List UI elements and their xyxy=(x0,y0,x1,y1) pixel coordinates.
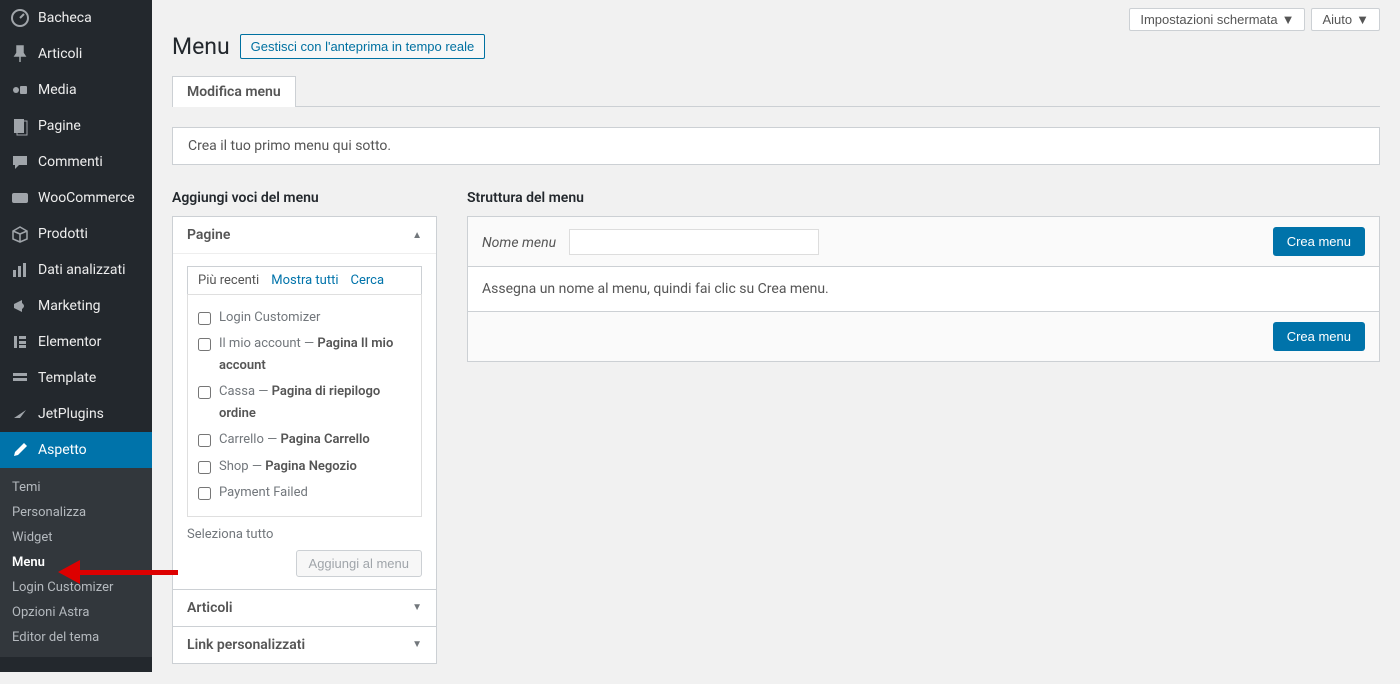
sidebar-item-template[interactable]: Template xyxy=(0,360,152,396)
accordion-pages: Pagine▲ Più recenti Mostra tutti Cerca L… xyxy=(172,216,437,664)
sidebar-item-marketing[interactable]: Marketing xyxy=(0,288,152,324)
screen-options-button[interactable]: Impostazioni schermata▼ xyxy=(1129,8,1305,31)
sidebar-item-woocommerce[interactable]: WooCommerce xyxy=(0,180,152,216)
sidebar-submenu-appearance: Temi Personalizza Widget Menu Login Cust… xyxy=(0,468,152,657)
page-checkbox[interactable] xyxy=(198,461,211,474)
nav-tabs: Modifica menu xyxy=(172,75,1380,107)
sidebar-sub-customize[interactable]: Personalizza xyxy=(0,500,152,525)
media-icon xyxy=(10,80,30,100)
sidebar-item-analytics[interactable]: Dati analizzati xyxy=(0,252,152,288)
chevron-down-icon: ▼ xyxy=(1356,12,1369,27)
subtab-recent[interactable]: Più recenti xyxy=(198,273,259,288)
main-content: Impostazioni schermata▼ Aiuto▼ Menu Gest… xyxy=(152,0,1400,684)
accordion-head-pages[interactable]: Pagine▲ xyxy=(173,217,436,253)
add-items-heading: Aggiungi voci del menu xyxy=(172,190,437,206)
accordion-head-custom-links[interactable]: Link personalizzati▼ xyxy=(173,626,436,663)
sidebar-sub-menus[interactable]: Menu xyxy=(0,550,152,575)
page-item[interactable]: Payment Failed xyxy=(198,480,411,506)
sidebar-item-dashboard[interactable]: Bacheca xyxy=(0,0,152,36)
admin-sidebar: Bacheca Articoli Media Pagine Commenti W… xyxy=(0,0,152,672)
chevron-up-icon: ▲ xyxy=(412,230,422,241)
accordion-head-posts[interactable]: Articoli▼ xyxy=(173,589,436,626)
pages-checklist: Login Customizer Il mio account — Pagina… xyxy=(187,294,422,517)
page-title: Menu xyxy=(172,33,230,60)
box-icon xyxy=(10,224,30,244)
menu-name-input[interactable] xyxy=(569,229,819,255)
menu-settings-box: Nome menu Crea menu Assegna un nome al m… xyxy=(467,216,1380,362)
menu-instructions: Assegna un nome al menu, quindi fai clic… xyxy=(468,267,1379,312)
menu-structure-column: Struttura del menu Nome menu Crea menu A… xyxy=(467,190,1380,664)
sidebar-sub-widgets[interactable]: Widget xyxy=(0,525,152,550)
sidebar-item-products[interactable]: Prodotti xyxy=(0,216,152,252)
dashboard-icon xyxy=(10,8,30,28)
help-button[interactable]: Aiuto▼ xyxy=(1311,8,1380,31)
menu-name-label: Nome menu xyxy=(482,235,556,251)
sidebar-sub-astra-options[interactable]: Opzioni Astra xyxy=(0,600,152,625)
add-menu-items-column: Aggiungi voci del menu Pagine▲ Più recen… xyxy=(172,190,437,664)
add-to-menu-button: Aggiungi al menu xyxy=(296,550,422,577)
sidebar-item-pages[interactable]: Pagine xyxy=(0,108,152,144)
page-item[interactable]: Login Customizer xyxy=(198,305,411,331)
sidebar-item-posts[interactable]: Articoli xyxy=(0,36,152,72)
page-checkbox[interactable] xyxy=(198,338,211,351)
top-toolbar: Impostazioni schermata▼ Aiuto▼ xyxy=(172,0,1380,31)
pin-icon xyxy=(10,44,30,64)
subtab-all[interactable]: Mostra tutti xyxy=(271,273,338,288)
template-icon xyxy=(10,368,30,388)
chevron-down-icon: ▼ xyxy=(412,639,422,650)
stats-icon xyxy=(10,260,30,280)
chevron-down-icon: ▼ xyxy=(412,602,422,613)
page-checkbox[interactable] xyxy=(198,487,211,500)
jet-icon xyxy=(10,404,30,424)
sidebar-item-media[interactable]: Media xyxy=(0,72,152,108)
sidebar-item-jetplugins[interactable]: JetPlugins xyxy=(0,396,152,432)
manage-live-preview-button[interactable]: Gestisci con l'anteprima in tempo reale xyxy=(240,34,486,59)
page-icon xyxy=(10,116,30,136)
megaphone-icon xyxy=(10,296,30,316)
chevron-down-icon: ▼ xyxy=(1282,12,1295,27)
page-checkbox[interactable] xyxy=(198,386,211,399)
page-checkbox[interactable] xyxy=(198,312,211,325)
sidebar-sub-theme-editor[interactable]: Editor del tema xyxy=(0,625,152,650)
sidebar-item-elementor[interactable]: Elementor xyxy=(0,324,152,360)
page-item[interactable]: Il mio account — Pagina Il mio account xyxy=(198,331,411,379)
brush-icon xyxy=(10,440,30,460)
page-item[interactable]: Shop — Pagina Negozio xyxy=(198,454,411,480)
create-menu-button-top[interactable]: Crea menu xyxy=(1273,227,1365,256)
page-item[interactable]: Carrello — Pagina Carrello xyxy=(198,427,411,453)
page-checkbox[interactable] xyxy=(198,434,211,447)
woo-icon xyxy=(10,188,30,208)
pages-subtabs: Più recenti Mostra tutti Cerca xyxy=(187,266,422,294)
menu-structure-heading: Struttura del menu xyxy=(467,190,1380,206)
sidebar-item-appearance[interactable]: Aspetto xyxy=(0,432,152,468)
info-notice: Crea il tuo primo menu qui sotto. xyxy=(172,127,1380,165)
subtab-search[interactable]: Cerca xyxy=(351,273,385,288)
select-all-link[interactable]: Seleziona tutto xyxy=(187,527,422,542)
page-item[interactable]: Cassa — Pagina di riepilogo ordine xyxy=(198,379,411,427)
sidebar-sub-login-customizer[interactable]: Login Customizer xyxy=(0,575,152,600)
comment-icon xyxy=(10,152,30,172)
sidebar-sub-themes[interactable]: Temi xyxy=(0,475,152,500)
tab-edit-menus[interactable]: Modifica menu xyxy=(172,76,296,107)
sidebar-item-comments[interactable]: Commenti xyxy=(0,144,152,180)
elementor-icon xyxy=(10,332,30,352)
create-menu-button-bottom[interactable]: Crea menu xyxy=(1273,322,1365,351)
